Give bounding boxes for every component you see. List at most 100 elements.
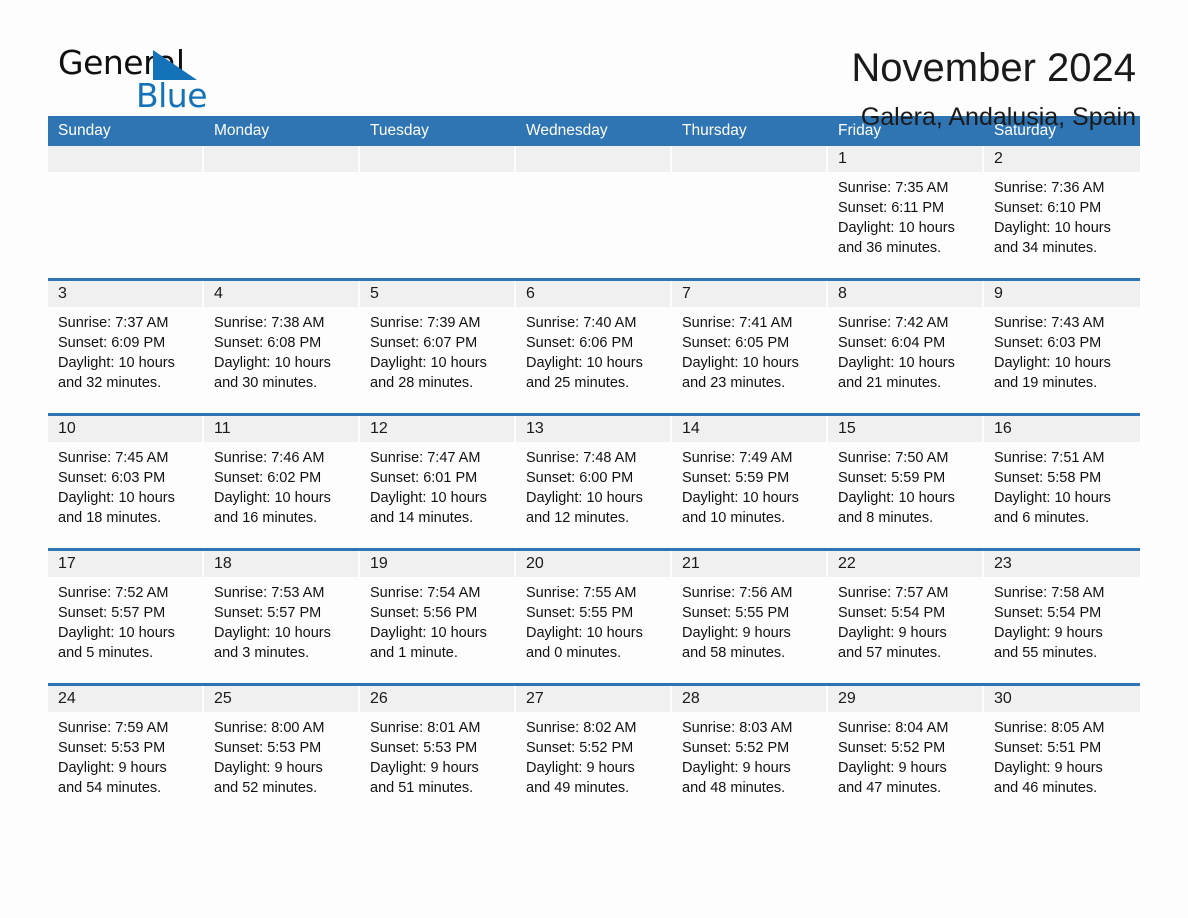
calendar-day-cell[interactable]: 27 Sunrise: 8:02 AM Sunset: 5:52 PM Dayligh… <box>516 686 672 814</box>
day-details: Sunrise: 8:04 AM Sunset: 5:52 PM Daylight:… <box>828 712 982 798</box>
daylight-text: Daylight: 10 hours and 10 minutes. <box>682 490 799 526</box>
calendar-day-cell[interactable]: 3 Sunrise: 7:37 AM Sunset: 6:09 PM Daylight… <box>48 281 204 409</box>
calendar-day-cell[interactable]: 11 Sunrise: 7:46 AM Sunset: 6:02 PM Dayligh… <box>204 416 360 544</box>
sunrise-text: Sunrise: 7:49 AM <box>682 450 793 466</box>
day-number: 18 <box>204 551 358 577</box>
day-number: 23 <box>984 551 1140 577</box>
calendar-day-cell[interactable]: 23 Sunrise: 7:58 AM Sunset: 5:54 PM Dayligh… <box>984 551 1140 679</box>
calendar-day-cell[interactable]: 14 Sunrise: 7:49 AM Sunset: 5:59 PM Dayligh… <box>672 416 828 544</box>
page-header: General Blue November 2024 Galera, Andal… <box>48 0 1140 131</box>
sunrise-text: Sunrise: 7:39 AM <box>370 315 481 331</box>
weekday-header-wednesday: Wednesday <box>526 122 608 139</box>
sunset-text: Sunset: 5:59 PM <box>838 470 946 486</box>
calendar-day-cell[interactable]: 30 Sunrise: 8:05 AM Sunset: 5:51 PM Dayligh… <box>984 686 1140 814</box>
day-details: Sunrise: 7:41 AM Sunset: 6:05 PM Daylight:… <box>672 307 826 393</box>
calendar-day-cell[interactable]: 9 Sunrise: 7:43 AM Sunset: 6:03 PM Daylight… <box>984 281 1140 409</box>
calendar-week-row: 10 Sunrise: 7:45 AM Sunset: 6:03 PM Dayligh… <box>48 413 1140 544</box>
day-details: Sunrise: 7:58 AM Sunset: 5:54 PM Daylight:… <box>984 577 1140 663</box>
daylight-text: Daylight: 10 hours and 3 minutes. <box>214 625 331 661</box>
calendar-page: General Blue November 2024 Galera, Andal… <box>0 0 1188 918</box>
calendar-day-cell[interactable]: 20 Sunrise: 7:55 AM Sunset: 5:55 PM Dayligh… <box>516 551 672 679</box>
generalblue-logo[interactable]: General Blue <box>58 46 208 118</box>
calendar-day-cell[interactable]: 17 Sunrise: 7:52 AM Sunset: 5:57 PM Dayligh… <box>48 551 204 679</box>
day-details: Sunrise: 7:57 AM Sunset: 5:54 PM Daylight:… <box>828 577 982 663</box>
sunrise-text: Sunrise: 7:54 AM <box>370 585 481 601</box>
calendar-day-cell[interactable]: 12 Sunrise: 7:47 AM Sunset: 6:01 PM Dayligh… <box>360 416 516 544</box>
day-number: 26 <box>360 686 514 712</box>
calendar-day-cell[interactable]: 29 Sunrise: 8:04 AM Sunset: 5:52 PM Dayligh… <box>828 686 984 814</box>
calendar-day-cell[interactable]: 6 Sunrise: 7:40 AM Sunset: 6:06 PM Daylight… <box>516 281 672 409</box>
calendar-day-cell[interactable]: 18 Sunrise: 7:53 AM Sunset: 5:57 PM Dayligh… <box>204 551 360 679</box>
calendar-week-row: 17 Sunrise: 7:52 AM Sunset: 5:57 PM Dayligh… <box>48 548 1140 679</box>
sunset-text: Sunset: 5:53 PM <box>370 740 478 756</box>
weekday-header-tuesday: Tuesday <box>370 122 429 139</box>
sunset-text: Sunset: 5:57 PM <box>58 605 166 621</box>
sunset-text: Sunset: 5:57 PM <box>214 605 322 621</box>
page-title: November 2024 <box>851 46 1136 90</box>
weekday-header-sunday: Sunday <box>58 122 111 139</box>
calendar-day-cell[interactable]: 10 Sunrise: 7:45 AM Sunset: 6:03 PM Dayligh… <box>48 416 204 544</box>
calendar-day-cell[interactable]: 21 Sunrise: 7:56 AM Sunset: 5:55 PM Dayligh… <box>672 551 828 679</box>
calendar-day-cell[interactable]: 15 Sunrise: 7:50 AM Sunset: 5:59 PM Dayligh… <box>828 416 984 544</box>
sunset-text: Sunset: 5:56 PM <box>370 605 478 621</box>
day-details: Sunrise: 7:59 AM Sunset: 5:53 PM Daylight:… <box>48 712 202 798</box>
day-number: 12 <box>360 416 514 442</box>
calendar-weeks: 1 Sunrise: 7:35 AM Sunset: 6:11 PM Daylight… <box>48 146 1140 814</box>
daylight-text: Daylight: 10 hours and 28 minutes. <box>370 355 487 391</box>
sunset-text: Sunset: 5:52 PM <box>682 740 790 756</box>
sunrise-text: Sunrise: 7:56 AM <box>682 585 793 601</box>
sunrise-text: Sunrise: 7:46 AM <box>214 450 325 466</box>
calendar-day-cell[interactable]: 24 Sunrise: 7:59 AM Sunset: 5:53 PM Dayligh… <box>48 686 204 814</box>
day-number: 5 <box>360 281 514 307</box>
calendar-day-cell[interactable]: 26 Sunrise: 8:01 AM Sunset: 5:53 PM Dayligh… <box>360 686 516 814</box>
calendar-day-cell[interactable]: 16 Sunrise: 7:51 AM Sunset: 5:58 PM Dayligh… <box>984 416 1140 544</box>
calendar-day-cell[interactable]: 7 Sunrise: 7:41 AM Sunset: 6:05 PM Daylight… <box>672 281 828 409</box>
calendar-day-cell[interactable]: 1 Sunrise: 7:35 AM Sunset: 6:11 PM Daylight… <box>828 146 984 274</box>
calendar-day-cell[interactable]: 13 Sunrise: 7:48 AM Sunset: 6:00 PM Dayligh… <box>516 416 672 544</box>
day-number <box>48 146 202 172</box>
daylight-text: Daylight: 10 hours and 5 minutes. <box>58 625 175 661</box>
sunrise-text: Sunrise: 7:40 AM <box>526 315 637 331</box>
day-details: Sunrise: 7:39 AM Sunset: 6:07 PM Daylight:… <box>360 307 514 393</box>
sunset-text: Sunset: 5:54 PM <box>838 605 946 621</box>
sunset-text: Sunset: 5:53 PM <box>214 740 322 756</box>
day-number: 24 <box>48 686 202 712</box>
calendar-day-cell[interactable]: 28 Sunrise: 8:03 AM Sunset: 5:52 PM Dayligh… <box>672 686 828 814</box>
calendar-day-cell[interactable]: 5 Sunrise: 7:39 AM Sunset: 6:07 PM Daylight… <box>360 281 516 409</box>
day-number: 30 <box>984 686 1140 712</box>
daylight-text: Daylight: 9 hours and 48 minutes. <box>682 760 791 796</box>
calendar-day-cell[interactable]: 4 Sunrise: 7:38 AM Sunset: 6:08 PM Daylight… <box>204 281 360 409</box>
daylight-text: Daylight: 9 hours and 57 minutes. <box>838 625 947 661</box>
day-number <box>672 146 826 172</box>
daylight-text: Daylight: 10 hours and 36 minutes. <box>838 220 955 256</box>
day-details: Sunrise: 7:52 AM Sunset: 5:57 PM Daylight:… <box>48 577 202 663</box>
sunrise-text: Sunrise: 7:58 AM <box>994 585 1105 601</box>
day-details: Sunrise: 8:02 AM Sunset: 5:52 PM Daylight:… <box>516 712 670 798</box>
sunrise-text: Sunrise: 7:48 AM <box>526 450 637 466</box>
daylight-text: Daylight: 10 hours and 21 minutes. <box>838 355 955 391</box>
daylight-text: Daylight: 10 hours and 6 minutes. <box>994 490 1111 526</box>
sunrise-text: Sunrise: 8:04 AM <box>838 720 949 736</box>
sunrise-text: Sunrise: 7:55 AM <box>526 585 637 601</box>
day-number: 11 <box>204 416 358 442</box>
sunrise-text: Sunrise: 7:59 AM <box>58 720 169 736</box>
daylight-text: Daylight: 9 hours and 52 minutes. <box>214 760 323 796</box>
day-number: 9 <box>984 281 1140 307</box>
sunrise-text: Sunrise: 8:02 AM <box>526 720 637 736</box>
daylight-text: Daylight: 9 hours and 49 minutes. <box>526 760 635 796</box>
daylight-text: Daylight: 10 hours and 18 minutes. <box>58 490 175 526</box>
calendar-day-cell[interactable]: 2 Sunrise: 7:36 AM Sunset: 6:10 PM Daylight… <box>984 146 1140 274</box>
day-details: Sunrise: 7:37 AM Sunset: 6:09 PM Daylight:… <box>48 307 202 393</box>
day-details: Sunrise: 7:36 AM Sunset: 6:10 PM Daylight:… <box>984 172 1140 258</box>
sunrise-text: Sunrise: 7:42 AM <box>838 315 949 331</box>
calendar-day-cell[interactable]: 25 Sunrise: 8:00 AM Sunset: 5:53 PM Dayligh… <box>204 686 360 814</box>
daylight-text: Daylight: 9 hours and 55 minutes. <box>994 625 1103 661</box>
calendar-day-cell[interactable]: 8 Sunrise: 7:42 AM Sunset: 6:04 PM Daylight… <box>828 281 984 409</box>
calendar-day-cell[interactable]: 19 Sunrise: 7:54 AM Sunset: 5:56 PM Dayligh… <box>360 551 516 679</box>
day-number: 25 <box>204 686 358 712</box>
sunset-text: Sunset: 5:58 PM <box>994 470 1102 486</box>
sunset-text: Sunset: 5:52 PM <box>838 740 946 756</box>
daylight-text: Daylight: 9 hours and 46 minutes. <box>994 760 1103 796</box>
sunrise-text: Sunrise: 7:53 AM <box>214 585 325 601</box>
calendar-day-cell[interactable]: 22 Sunrise: 7:57 AM Sunset: 5:54 PM Dayligh… <box>828 551 984 679</box>
